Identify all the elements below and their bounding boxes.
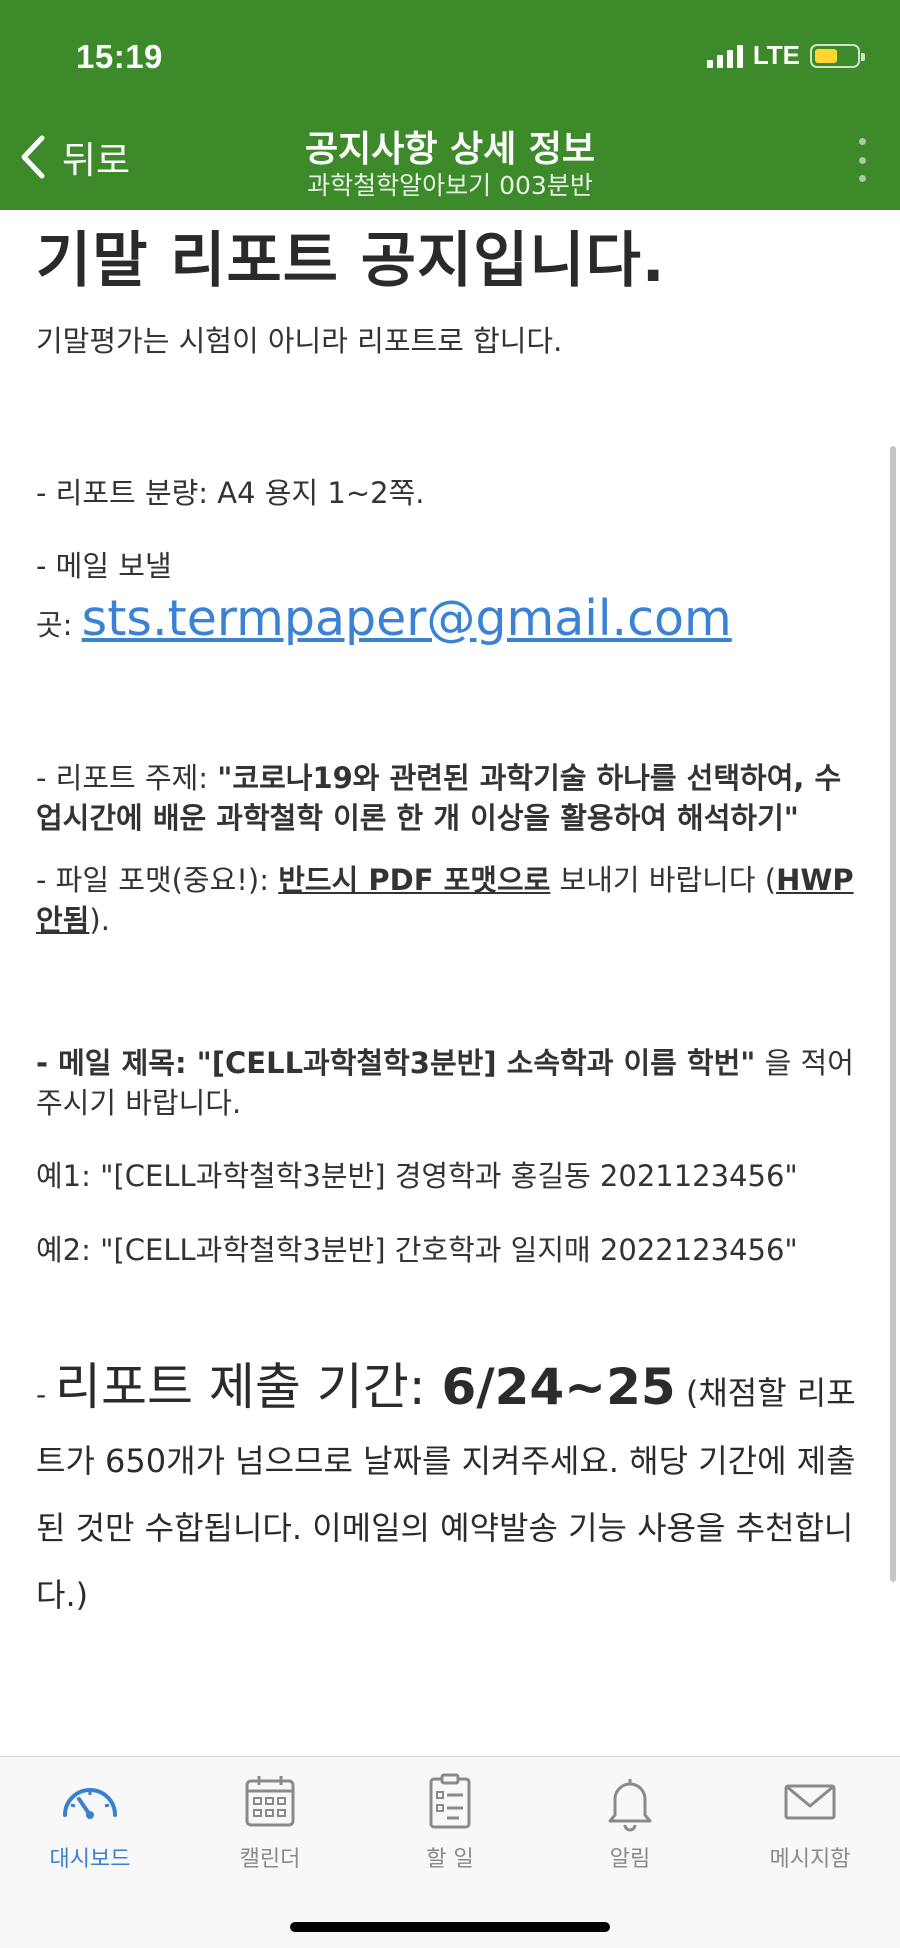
topic-prefix: - 리포트 주제:	[36, 761, 218, 795]
mail-to-prefix: 곳:	[36, 608, 82, 642]
tab-label: 메시지함	[769, 1847, 851, 1872]
status-time: 15:19	[76, 38, 163, 75]
period-dash: -	[36, 1378, 56, 1411]
scrollbar[interactable]	[890, 446, 896, 1582]
signal-bars-icon	[706, 44, 743, 68]
topic-paragraph: - 리포트 주제: "코로나19와 관련된 과학기술 하나를 선택하여, 수업시…	[36, 758, 866, 838]
example-2: 예2: "[CELL과학철학3분반] 간호학과 일지매 2022123456"	[36, 1233, 798, 1267]
tab-notifications[interactable]: 알림	[540, 1771, 720, 1891]
mail-to-line: - 메일 보낼	[36, 549, 172, 583]
format-mid: 보내기 바랍니다 (	[550, 863, 777, 897]
network-type: LTE	[752, 40, 800, 70]
clipboard-checklist-icon	[429, 1773, 471, 1829]
tab-label: 할 일	[426, 1847, 474, 1872]
period-dates: 6/24~25	[441, 1358, 676, 1416]
subject-paragraph: - 메일 제목: "[CELL과학철학3분반] 소속학과 이름 학번" 을 적어…	[36, 1043, 866, 1123]
email-link[interactable]: sts.termpaper@gmail.com	[82, 590, 732, 647]
length-line: - 리포트 분량: A4 용지 1~2쪽.	[36, 476, 425, 510]
tab-calendar[interactable]: 캘린더	[180, 1771, 360, 1891]
status-indicators: LTE	[706, 40, 865, 71]
format-end: ).	[89, 903, 110, 937]
top-bar: 15:19 LTE 뒤로 공지사항 상세 정보 과학철학알아보기 003분반	[0, 0, 900, 210]
page-title: 공지사항 상세 정보	[304, 129, 596, 170]
bell-icon	[608, 1779, 652, 1832]
notice-heading: 기말 리포트 공지입니다.	[36, 226, 666, 296]
bottom-tab-bar: 대시보드 캘린더 할 일 알림 메시지함	[0, 1756, 900, 1948]
tab-label: 대시보드	[49, 1847, 131, 1872]
notice-intro: 기말평가는 시험이 아니라 리포트로 합니다.	[36, 324, 563, 358]
home-indicator[interactable]	[290, 1922, 610, 1932]
format-paragraph: - 파일 포맷(중요!): 반드시 PDF 포맷으로 보내기 바랍니다 (HWP…	[36, 860, 866, 940]
tab-todo[interactable]: 할 일	[360, 1771, 540, 1891]
tab-messages[interactable]: 메시지함	[720, 1771, 900, 1891]
format-requirement: 반드시 PDF 포맷으로	[278, 863, 551, 897]
more-options-icon[interactable]	[854, 138, 870, 182]
battery-icon	[810, 43, 865, 68]
format-prefix: - 파일 포맷(중요!):	[36, 863, 279, 897]
notice-body: 기말 리포트 공지입니다. 기말평가는 시험이 아니라 리포트로 합니다. - …	[36, 210, 866, 1629]
tab-label: 캘린더	[239, 1847, 301, 1872]
example-1: 예1: "[CELL과학철학3분반] 경영학과 홍길동 2021123456"	[36, 1159, 798, 1193]
period-paragraph: - 리포트 제출 기간: 6/24~25 (채점할 리포트가 650개가 넘으므…	[36, 1354, 866, 1629]
mail-to-row: 곳: sts.termpaper@gmail.com	[36, 588, 866, 650]
tab-dashboard[interactable]: 대시보드	[0, 1771, 180, 1891]
course-subtitle: 과학철학알아보기 003분반	[307, 171, 593, 200]
envelope-icon	[784, 1784, 836, 1820]
period-label: 리포트 제출 기간:	[55, 1358, 442, 1416]
tab-label: 알림	[609, 1847, 651, 1872]
dashboard-gauge-icon	[63, 1788, 117, 1819]
calendar-icon	[245, 1776, 295, 1827]
subject-format: - 메일 제목: "[CELL과학철학3분반] 소속학과 이름 학번"	[36, 1046, 756, 1080]
